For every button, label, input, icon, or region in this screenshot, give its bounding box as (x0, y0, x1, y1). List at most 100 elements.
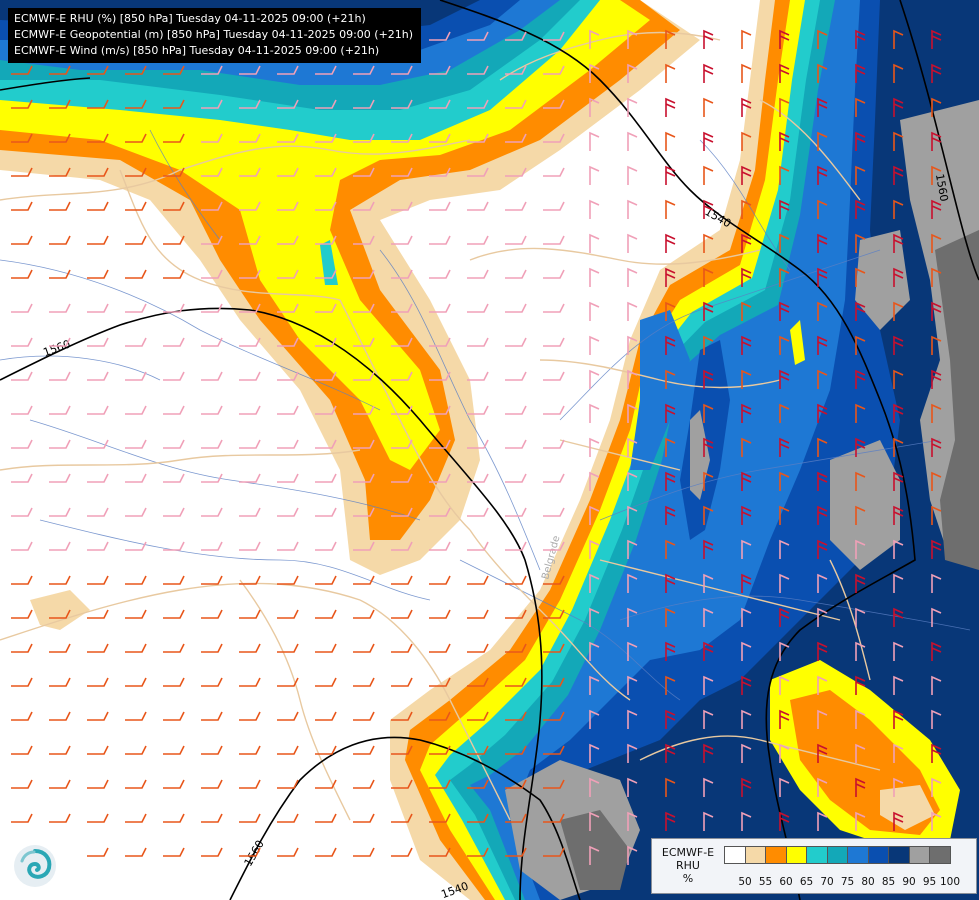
wind-barb (87, 439, 109, 449)
wind-barb (239, 677, 261, 687)
legend-swatch (929, 846, 951, 864)
wind-barb (49, 507, 71, 517)
wind-barb (239, 405, 261, 415)
wind-barb (11, 779, 33, 789)
wind-barb (125, 235, 147, 245)
wind-barb (11, 609, 33, 619)
wind-barb (239, 371, 261, 381)
wind-barb (505, 371, 527, 381)
wind-barb (163, 439, 185, 449)
wind-barb (741, 63, 752, 83)
wind-barb (353, 847, 375, 857)
wind-barb (391, 643, 413, 653)
wind-barb (277, 541, 299, 551)
wind-barb (125, 745, 147, 755)
wind-barb (505, 507, 527, 517)
wind-barb (201, 813, 223, 823)
wind-barb (125, 575, 147, 585)
map-header: ECMWF-E RHU (%) [850 hPa] Tuesday 04-11-… (8, 8, 422, 63)
wind-barb (353, 779, 375, 789)
wind-barb (703, 29, 714, 49)
wind-barb (11, 745, 33, 755)
wind-barb (543, 473, 565, 483)
wind-barb (505, 473, 527, 483)
wind-barb (201, 677, 223, 687)
wind-barb (665, 131, 676, 151)
wind-barb (627, 301, 638, 321)
wind-barb (505, 269, 527, 279)
wind-barb (49, 813, 71, 823)
wind-barb (315, 473, 337, 483)
wind-barb (239, 507, 261, 517)
wind-barb (125, 405, 147, 415)
wind-barb (163, 269, 185, 279)
wind-barb (741, 29, 752, 49)
wind-barb (163, 507, 185, 517)
legend-swatch (867, 846, 889, 864)
wind-barb (505, 541, 527, 551)
wind-barb (125, 677, 147, 687)
wind-barb (11, 235, 33, 245)
wind-barb (125, 609, 147, 619)
wind-barb (429, 609, 451, 619)
wind-barb (277, 813, 299, 823)
wind-barb (201, 371, 223, 381)
wind-barb (125, 371, 147, 381)
wind-barb (543, 303, 565, 313)
wind-barb (505, 303, 527, 313)
wind-barb (163, 405, 185, 415)
legend-swatches (724, 846, 951, 864)
wind-barb (201, 779, 223, 789)
wind-barb (87, 473, 109, 483)
contour-label-1560-south: 1560 (242, 838, 267, 869)
wind-barb (49, 201, 71, 211)
wind-barb (665, 165, 676, 185)
wind-barb (467, 303, 489, 313)
wind-barb (163, 779, 185, 789)
wind-barb (505, 235, 527, 245)
wind-barb (665, 199, 676, 219)
wind-barb (589, 301, 600, 321)
wind-barb (391, 609, 413, 619)
wind-barb (391, 677, 413, 687)
wind-barb (543, 167, 565, 177)
wind-barb (703, 165, 714, 185)
wind-barb (49, 643, 71, 653)
wind-barb (163, 575, 185, 585)
wind-barb (391, 847, 413, 857)
wind-barb (315, 711, 337, 721)
legend-title-unit: % (682, 872, 694, 885)
wind-barb (353, 609, 375, 619)
legend-swatch (888, 846, 910, 864)
wind-barb (11, 337, 33, 347)
wind-barb (277, 779, 299, 789)
wind-barb (163, 643, 185, 653)
wind-barb (627, 165, 638, 185)
wind-barb (87, 201, 109, 211)
wind-barb (703, 131, 714, 151)
wind-barb (353, 677, 375, 687)
wind-barb (589, 165, 600, 185)
map-view[interactable]: 1560 1540 1560 1540 1560 Belgrade ECMWF-… (0, 0, 979, 900)
wind-barb (11, 439, 33, 449)
wind-barb (467, 371, 489, 381)
wind-barb (315, 507, 337, 517)
wind-barb (201, 575, 223, 585)
legend-swatch (724, 846, 746, 864)
wind-barb (87, 847, 109, 857)
legend-swatch (847, 846, 869, 864)
wind-barb (125, 643, 147, 653)
wind-barb (277, 711, 299, 721)
contour-label-1540-south: 1540 (439, 879, 470, 900)
wind-barb (627, 131, 638, 151)
wind-barb (277, 439, 299, 449)
wind-barb (703, 63, 714, 83)
wind-barb (11, 405, 33, 415)
legend-swatch (806, 846, 828, 864)
wind-barb (201, 439, 223, 449)
wind-barb (201, 643, 223, 653)
legend-title-variable: RHU (676, 859, 700, 872)
wind-barb (49, 405, 71, 415)
wind-barb (163, 473, 185, 483)
wind-barb (49, 235, 71, 245)
